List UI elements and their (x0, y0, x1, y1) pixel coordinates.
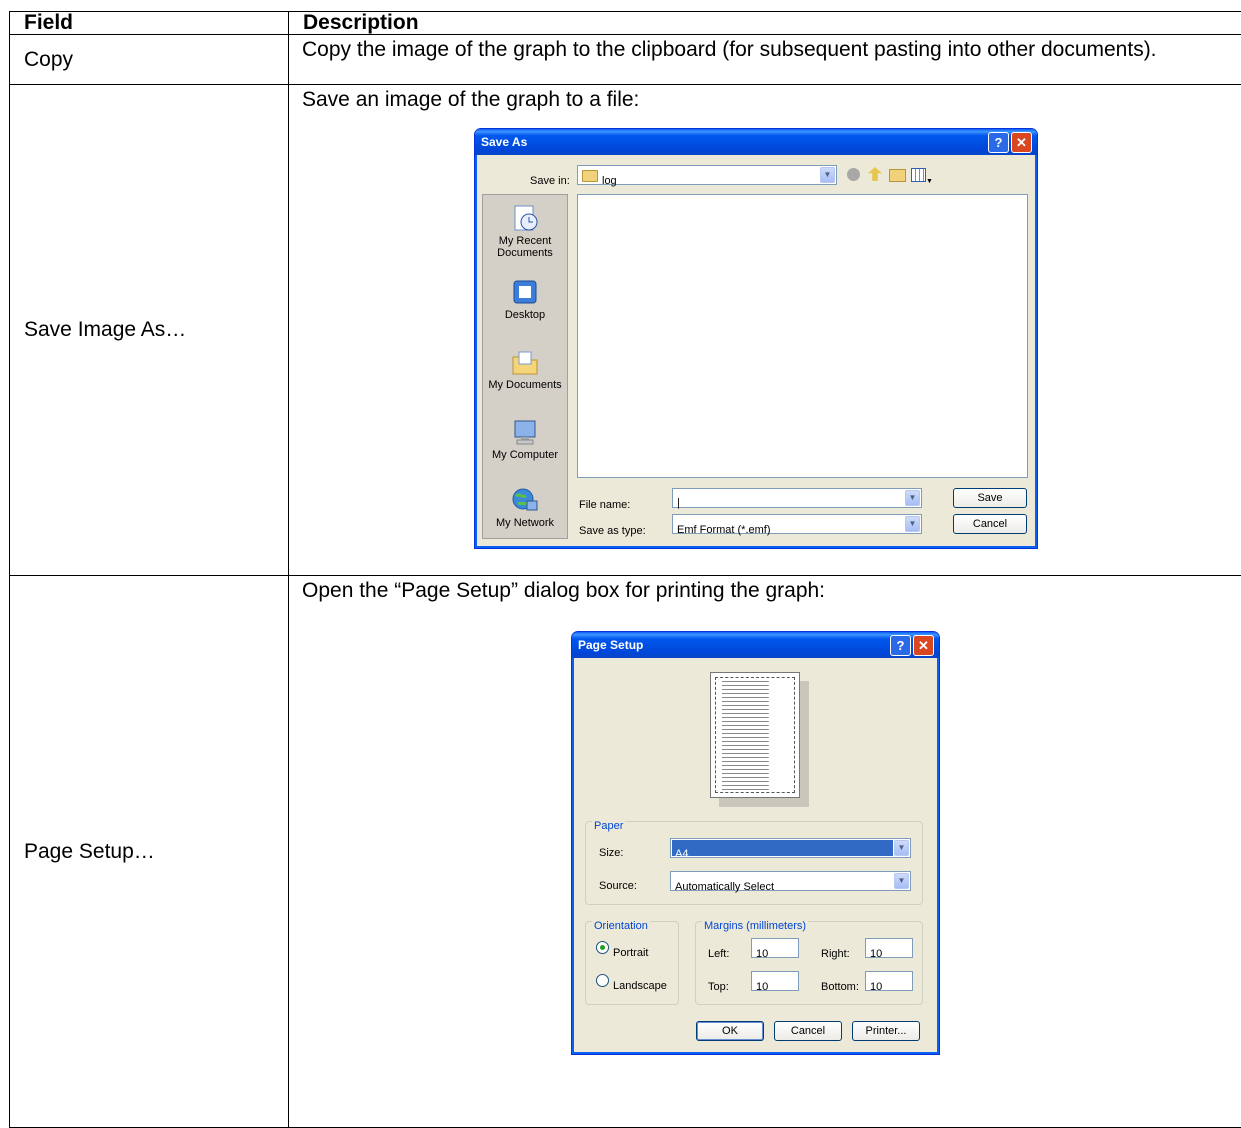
chevron-down-icon[interactable]: ▼ (894, 873, 909, 889)
field-header: Field (9, 11, 289, 35)
help-button[interactable]: ? (988, 132, 1009, 153)
landscape-label: Landscape (613, 980, 667, 992)
desktop-icon (513, 280, 537, 304)
chevron-down-icon[interactable]: ▼ (894, 840, 909, 856)
paper-group: Paper Size: A4 ▼ Source: Automatically S… (585, 814, 923, 905)
paper-legend: Paper (592, 814, 626, 839)
cancel-button[interactable]: Cancel (953, 514, 1027, 534)
source-value: Automatically Select (675, 881, 775, 893)
source-label: Source: (599, 880, 637, 892)
file-name-value: | (677, 497, 680, 509)
dialog-title: Page Setup (578, 638, 644, 652)
left-label: Left: (708, 948, 730, 960)
save-as-type-select[interactable]: Emf Format (*.emf) ▼ (672, 514, 922, 536)
places-bar: My Recent Documents Desktop My Documents (482, 194, 568, 539)
size-selection-highlight (672, 840, 893, 856)
file-list[interactable] (577, 194, 1028, 478)
description-cell-save-image-as: Save an image of the graph to a file: Sa… (288, 84, 1241, 576)
new-folder-icon[interactable] (889, 169, 906, 182)
save-in-combo[interactable]: log ▼ (577, 165, 837, 187)
description-header: Description (288, 11, 1241, 35)
field-cell-save-image-as: Save Image As… (9, 84, 289, 576)
up-folder-icon[interactable] (868, 167, 882, 181)
size-label: Size: (599, 847, 624, 859)
size-value: A4 (675, 848, 689, 860)
margins-legend: Margins (millimeters) (702, 914, 809, 939)
orientation-legend: Orientation (592, 914, 650, 939)
printer-button[interactable]: Printer... (852, 1021, 920, 1041)
description-text: Save an image of the graph to a file: (302, 88, 640, 111)
place-desktop[interactable]: Desktop (483, 277, 567, 321)
chevron-down-icon[interactable]: ▼ (905, 516, 920, 532)
my-documents-icon (512, 351, 538, 375)
close-button[interactable]: ✕ (913, 635, 934, 656)
save-button[interactable]: Save (953, 488, 1027, 508)
page-preview-margin (715, 677, 795, 793)
table-row: Page Setup… Open the “Page Setup” dialog… (9, 575, 1241, 1128)
my-computer-icon (514, 420, 536, 445)
save-in-label: Save in: (530, 175, 570, 187)
page-setup-dialog: Page Setup ? ✕ Paper Size: A4 ▼ Source: … (571, 631, 940, 1055)
file-name-input[interactable]: | ▼ (672, 488, 922, 509)
dialog-title: Save As (481, 135, 528, 149)
save-in-value: log (602, 175, 617, 187)
recent-documents-icon (514, 205, 538, 231)
views-menu-icon[interactable] (911, 168, 926, 182)
field-description-table: Field Description Copy Copy the image of… (9, 11, 1241, 1128)
page-preview-sheet (710, 672, 800, 798)
cancel-button[interactable]: Cancel (774, 1021, 842, 1041)
save-as-type-label: Save as type: (579, 525, 646, 537)
field-cell-page-setup: Page Setup… (9, 575, 289, 1128)
top-label: Top: (708, 981, 729, 993)
folder-icon (582, 170, 598, 182)
save-as-type-value: Emf Format (*.emf) (677, 524, 771, 536)
dialog-title-bar: Save As ? ✕ (475, 129, 1037, 155)
save-as-dialog: Save As ? ✕ Save in: log ▼ ▼ My Recent D… (474, 128, 1038, 549)
portrait-label: Portrait (613, 947, 649, 959)
table-header-row: Field Description (9, 11, 1241, 35)
page-preview (710, 672, 809, 807)
description-cell-copy: Copy the image of the graph to the clipb… (288, 34, 1241, 85)
close-button[interactable]: ✕ (1011, 132, 1032, 153)
chevron-down-icon[interactable]: ▼ (926, 169, 933, 194)
radio-selected-icon (596, 941, 609, 954)
chevron-down-icon[interactable]: ▼ (905, 490, 920, 506)
bottom-label: Bottom: (821, 981, 859, 993)
place-my-recent-documents[interactable]: My Recent Documents (483, 203, 567, 259)
radio-unselected-icon (596, 974, 609, 987)
right-label: Right: (821, 948, 850, 960)
place-my-computer[interactable]: My Computer (483, 417, 567, 461)
bottom-margin-input[interactable]: 10 (865, 971, 913, 993)
margins-group: Margins (millimeters) Left: 10 Right: 10… (695, 914, 923, 1005)
right-margin-input[interactable]: 10 (865, 938, 913, 960)
my-network-icon (512, 488, 538, 511)
size-select[interactable]: A4 ▼ (670, 838, 911, 860)
table-row: Save Image As… Save an image of the grap… (9, 84, 1241, 576)
dialog-title-bar: Page Setup ? ✕ (572, 632, 939, 658)
back-icon[interactable] (847, 168, 860, 181)
file-name-label: File name: (579, 499, 631, 511)
description-text: Open the “Page Setup” dialog box for pri… (302, 579, 826, 602)
place-my-network[interactable]: My Network (483, 485, 567, 529)
field-cell-copy: Copy (9, 34, 289, 85)
table-row: Copy Copy the image of the graph to the … (9, 34, 1241, 85)
left-margin-input[interactable]: 10 (751, 938, 799, 960)
chevron-down-icon[interactable]: ▼ (820, 167, 835, 183)
help-button[interactable]: ? (890, 635, 911, 656)
place-my-documents[interactable]: My Documents (483, 347, 567, 391)
description-cell-page-setup: Open the “Page Setup” dialog box for pri… (288, 575, 1241, 1128)
source-select[interactable]: Automatically Select ▼ (670, 871, 911, 893)
ok-button[interactable]: OK (696, 1021, 764, 1041)
orientation-group: Orientation Portrait Landscape (585, 914, 679, 1005)
top-margin-input[interactable]: 10 (751, 971, 799, 993)
